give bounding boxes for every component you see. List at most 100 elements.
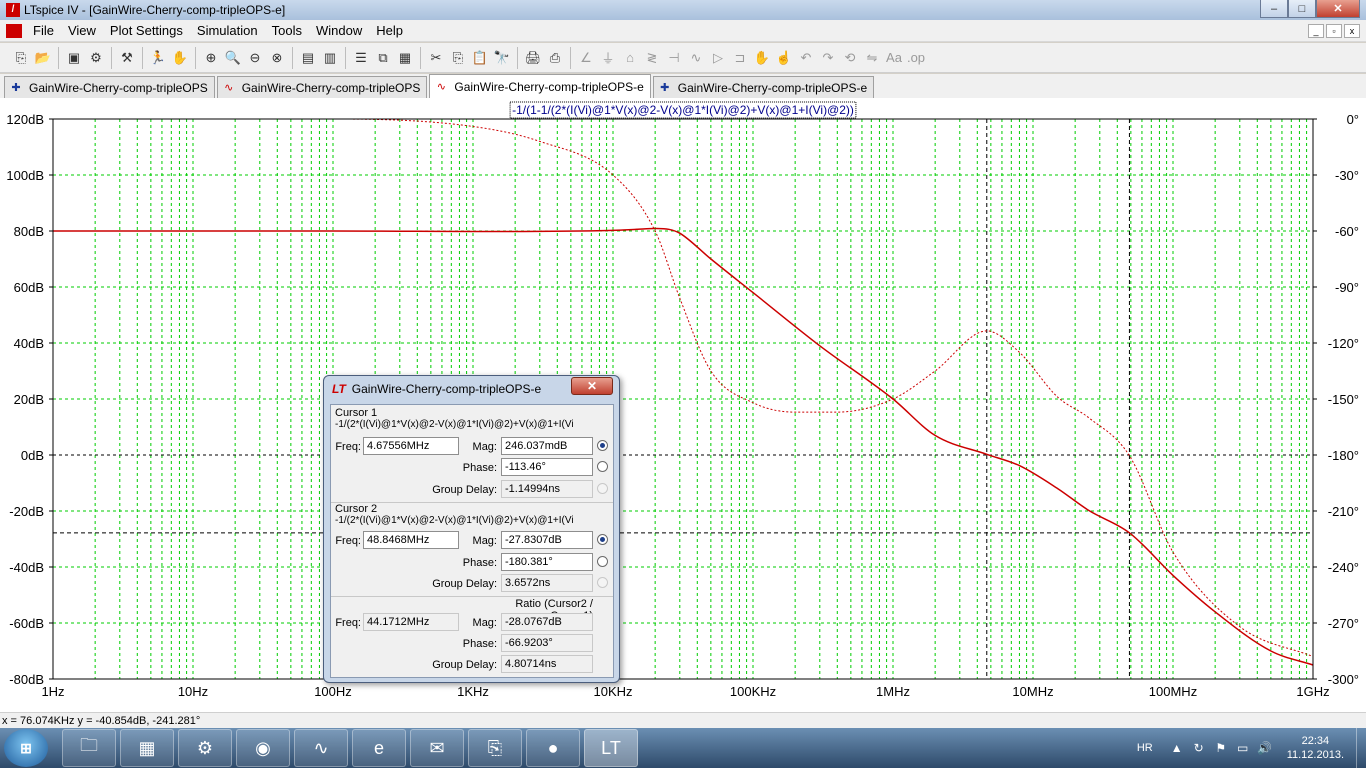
move-hand-icon[interactable]: ✋ bbox=[751, 47, 773, 69]
tile-horizontal-icon[interactable]: ☰ bbox=[350, 47, 372, 69]
cursor1-mag-field[interactable]: 246.037mdB bbox=[501, 437, 593, 455]
tile-vertical-icon[interactable]: ▦ bbox=[394, 47, 416, 69]
tab-waveform-1[interactable]: ∿ GainWire-Cherry-comp-tripleOPS bbox=[216, 76, 428, 98]
security-taskbar-icon[interactable]: ◉ bbox=[236, 729, 290, 767]
pdf-reader-icon[interactable]: ⎘ bbox=[468, 729, 522, 767]
mdi-close-button[interactable]: x bbox=[1344, 23, 1360, 38]
cascade-icon[interactable]: ⧉ bbox=[372, 47, 394, 69]
minimize-button[interactable]: – bbox=[1260, 0, 1288, 18]
cursor2-mag-field[interactable]: -27.8307dB bbox=[501, 531, 593, 549]
open-icon[interactable]: 📂 bbox=[32, 47, 54, 69]
green-app-icon[interactable]: ● bbox=[526, 729, 580, 767]
run-icon[interactable]: 🏃 bbox=[147, 47, 169, 69]
cursor1-phase-radio[interactable] bbox=[597, 461, 608, 472]
autorange-icon[interactable]: ▤ bbox=[297, 47, 319, 69]
show-desktop-button[interactable] bbox=[1356, 728, 1366, 768]
waveform-doc-icon[interactable] bbox=[6, 23, 22, 38]
cut-icon[interactable]: ✂ bbox=[425, 47, 447, 69]
menu-tools[interactable]: Tools bbox=[265, 23, 309, 38]
waveform-icon: ∿ bbox=[224, 81, 234, 94]
resistor-icon[interactable]: ≷ bbox=[641, 47, 663, 69]
tab-schematic-2[interactable]: ✚ GainWire-Cherry-comp-tripleOPS-e bbox=[652, 76, 875, 98]
component-icon[interactable]: ⊐ bbox=[729, 47, 751, 69]
cursor1-freq-field[interactable]: 4.67556MHz bbox=[363, 437, 459, 455]
ground-icon[interactable]: ⏚ bbox=[597, 47, 619, 69]
x-tick-label: 100MHz bbox=[1149, 684, 1197, 699]
close-button[interactable]: ✕ bbox=[1316, 0, 1360, 18]
zoom-out-icon[interactable]: ⊖ bbox=[244, 47, 266, 69]
rotate-icon[interactable]: ⟲ bbox=[839, 47, 861, 69]
y-right-tick-label: -240° bbox=[1328, 560, 1359, 575]
y-left-tick-label: 120dB bbox=[6, 112, 44, 127]
cursor-dialog-close-button[interactable]: ✕ bbox=[571, 377, 613, 395]
cursor-dialog[interactable]: LT GainWire-Cherry-comp-tripleOPS-e ✕ Cu… bbox=[323, 375, 620, 683]
menu-help[interactable]: Help bbox=[369, 23, 410, 38]
menu-window[interactable]: Window bbox=[309, 23, 369, 38]
sync-icon[interactable]: ↻ bbox=[1191, 741, 1207, 755]
halt-hand-icon[interactable]: ✋ bbox=[169, 47, 191, 69]
menu-view[interactable]: View bbox=[61, 23, 103, 38]
zoom-in-icon[interactable]: ⊕ bbox=[200, 47, 222, 69]
print-preview-icon[interactable]: 🖨 bbox=[522, 47, 544, 69]
capacitor-icon[interactable]: ⊣ bbox=[663, 47, 685, 69]
mirror-icon[interactable]: ⇋ bbox=[861, 47, 883, 69]
tab-waveform-2[interactable]: ∿ GainWire-Cherry-comp-tripleOPS-e bbox=[429, 74, 651, 98]
print-icon[interactable]: ⎙ bbox=[544, 47, 566, 69]
spice-directive-icon[interactable]: .op bbox=[905, 47, 927, 69]
y-right-tick-label: 0° bbox=[1347, 112, 1359, 127]
menu-plot-settings[interactable]: Plot Settings bbox=[103, 23, 190, 38]
inductor-icon[interactable]: ∿ bbox=[685, 47, 707, 69]
start-button[interactable]: ⊞ bbox=[4, 729, 48, 767]
show-hidden-icons-icon[interactable]: ▲ bbox=[1169, 741, 1185, 755]
x-tick-label: 10Hz bbox=[178, 684, 208, 699]
hammer-icon[interactable]: ⚒ bbox=[116, 47, 138, 69]
cursor2-mag-radio[interactable] bbox=[597, 534, 608, 545]
trace-expression-label[interactable]: -1/(1-1/(2*(I(Vi)@1*V(x)@2-V(x)@1*I(Vi)@… bbox=[512, 103, 854, 117]
menu-file[interactable]: File bbox=[26, 23, 61, 38]
maximize-button[interactable]: □ bbox=[1288, 0, 1316, 18]
pan-icon[interactable]: 🔍 bbox=[222, 47, 244, 69]
menu-simulation[interactable]: Simulation bbox=[190, 23, 265, 38]
action-center-flag-icon[interactable]: ⚑ bbox=[1213, 741, 1229, 755]
text-icon[interactable]: Aa bbox=[883, 47, 905, 69]
drag-hand-icon[interactable]: ☝ bbox=[773, 47, 795, 69]
internet-explorer-icon[interactable]: e bbox=[352, 729, 406, 767]
cursor1-mag-radio[interactable] bbox=[597, 440, 608, 451]
explorer-taskbar-icon[interactable]: 🗀 bbox=[62, 729, 116, 767]
media-taskbar-icon[interactable]: ▦ bbox=[120, 729, 174, 767]
toolbar-separator bbox=[292, 46, 293, 69]
waveform-plot-pane[interactable]: 1Hz 10Hz 100Hz 1KHz 10KHz 100KHz 1MHz 10MHz 100M… bbox=[0, 98, 1366, 712]
copy-icon[interactable]: ⎘ bbox=[447, 47, 469, 69]
fft-icon[interactable]: ▥ bbox=[319, 47, 341, 69]
label-net-icon[interactable]: ⌂ bbox=[619, 47, 641, 69]
control-panel-icon[interactable]: ⚙ bbox=[85, 47, 107, 69]
tab-label: GainWire-Cherry-comp-tripleOPS bbox=[241, 80, 421, 95]
cursor1-phase-field[interactable]: -113.46° bbox=[501, 458, 593, 476]
language-indicator[interactable]: HR bbox=[1137, 742, 1153, 754]
bode-plot[interactable]: 1Hz 10Hz 100Hz 1KHz 10KHz 100KHz 1MHz 10MHz 100M… bbox=[0, 98, 1366, 712]
tool-taskbar-icon[interactable]: ⚙ bbox=[178, 729, 232, 767]
zoom-fit-icon[interactable]: ⊗ bbox=[266, 47, 288, 69]
paste-icon[interactable]: 📋 bbox=[469, 47, 491, 69]
cursor2-phase-radio[interactable] bbox=[597, 556, 608, 567]
clock[interactable]: 22:34 11.12.2013. bbox=[1287, 734, 1344, 762]
ltspice-taskbar-icon[interactable]: LT bbox=[584, 729, 638, 767]
redo-icon[interactable]: ↷ bbox=[817, 47, 839, 69]
scope-taskbar-icon[interactable]: ∿ bbox=[294, 729, 348, 767]
tab-schematic-1[interactable]: ✚ GainWire-Cherry-comp-tripleOPS bbox=[4, 76, 215, 98]
network-icon[interactable]: ▭ bbox=[1235, 741, 1251, 755]
mdi-restore-button[interactable]: ▫ bbox=[1326, 23, 1342, 38]
ratio-mag-field: -28.0767dB bbox=[501, 613, 593, 631]
volume-icon[interactable]: 🔊 bbox=[1257, 741, 1273, 755]
mdi-minimize-button[interactable]: _ bbox=[1308, 23, 1324, 38]
cursor2-phase-field[interactable]: -180.381° bbox=[501, 553, 593, 571]
cursor2-freq-field[interactable]: 48.8468MHz bbox=[363, 531, 459, 549]
find-icon[interactable]: 🔭 bbox=[491, 47, 513, 69]
outlook-taskbar-icon[interactable]: ✉ bbox=[410, 729, 464, 767]
wire-icon[interactable]: ∠ bbox=[575, 47, 597, 69]
undo-icon[interactable]: ↶ bbox=[795, 47, 817, 69]
diode-icon[interactable]: ▷ bbox=[707, 47, 729, 69]
new-schematic-icon[interactable]: ⎘ bbox=[10, 47, 32, 69]
document-tabs: ✚ GainWire-Cherry-comp-tripleOPS ∿ GainW… bbox=[0, 74, 1366, 98]
save-icon[interactable]: ▣ bbox=[63, 47, 85, 69]
